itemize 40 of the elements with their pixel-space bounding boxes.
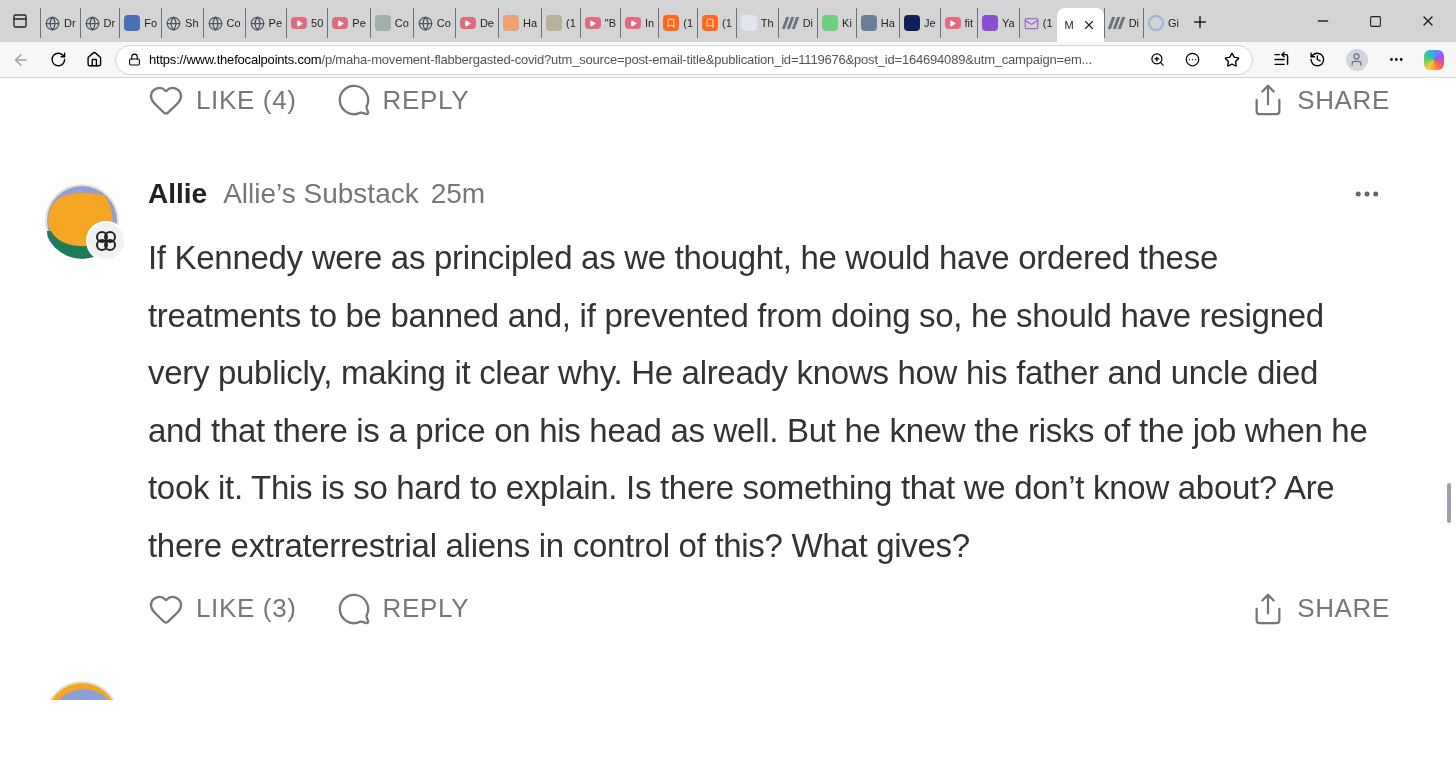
- publication-name[interactable]: Allie’s Substack: [223, 173, 419, 215]
- browser-tab[interactable]: M: [1056, 8, 1104, 42]
- browser-tab[interactable]: Di: [777, 8, 818, 38]
- comment-text: If Kennedy were as principled as we thought, he would have ordered these treatments to be banned and, if prevented from doing so, he should have resigned very publicly, making it clear why. He already knows how his father and uncle died and that there is a price on his head as well. But he knew the risks of the job when he took it. This is so hard to explain. Is there something that we don’t know about? Are there extraterrestrial aliens in control of this? What gives?: [148, 238, 1369, 566]
- browser-tab[interactable]: 50: [286, 8, 328, 38]
- browser-tab[interactable]: Th: [735, 8, 778, 38]
- browser-tab[interactable]: Ha: [855, 8, 899, 38]
- browser-tab[interactable]: (1: [697, 8, 736, 38]
- browser-tab[interactable]: Dr: [79, 8, 120, 38]
- browser-tab[interactable]: (1: [658, 8, 698, 38]
- comment-time: 25m: [430, 177, 486, 211]
- url-text: https://www.thefocalpoints.com/p/maha-movement-flabbergasted-covid?utm_source=post-email-title&publication_id=1119676&post_id=164694089&utm_campaign=em...: [149, 50, 1092, 69]
- browser-tab[interactable]: Pe: [327, 8, 370, 38]
- like-button[interactable]: LIKE (3): [148, 589, 297, 628]
- browser-tab[interactable]: Co: [369, 8, 413, 38]
- reply-button[interactable]: REPLY: [336, 80, 470, 120]
- browser-tab[interactable]: Dr: [40, 8, 80, 38]
- browser-tab[interactable]: (1: [541, 8, 580, 38]
- browser-tab[interactable]: "B: [579, 8, 621, 38]
- browser-tab[interactable]: Fo: [119, 8, 162, 38]
- browser-tab[interactable]: De: [454, 8, 498, 38]
- like-button[interactable]: LIKE (4): [148, 80, 297, 120]
- author-name[interactable]: Allie: [148, 173, 208, 215]
- browser-tab[interactable]: Pe: [244, 8, 287, 38]
- share-button[interactable]: SHARE: [1251, 80, 1390, 120]
- browser-tab[interactable]: (1: [1018, 8, 1057, 38]
- browser-tab[interactable]: fit: [939, 8, 978, 38]
- browser-tab[interactable]: Gi: [1143, 8, 1184, 38]
- browser-tab[interactable]: Di: [1103, 8, 1144, 38]
- share-button[interactable]: SHARE: [1251, 589, 1390, 628]
- browser-tab[interactable]: In: [620, 8, 659, 38]
- browser-tab[interactable]: Ya: [977, 8, 1019, 38]
- browser-tab[interactable]: Ki: [817, 8, 856, 38]
- browser-tab[interactable]: Ha: [497, 8, 542, 38]
- browser-tab[interactable]: Sh: [161, 8, 203, 38]
- address-bar[interactable]: https://www.thefocalpoints.com/p/maha-movement-flabbergasted-covid?utm_source=post-email-title&publication_id=1119676&post_id=164694089&utm_campaign=em...: [115, 44, 1253, 75]
- reply-button[interactable]: REPLY: [336, 589, 470, 628]
- browser-tab[interactable]: Je: [898, 8, 940, 38]
- browser-tab[interactable]: Co: [412, 8, 455, 38]
- browser-tab[interactable]: Co: [202, 8, 245, 38]
